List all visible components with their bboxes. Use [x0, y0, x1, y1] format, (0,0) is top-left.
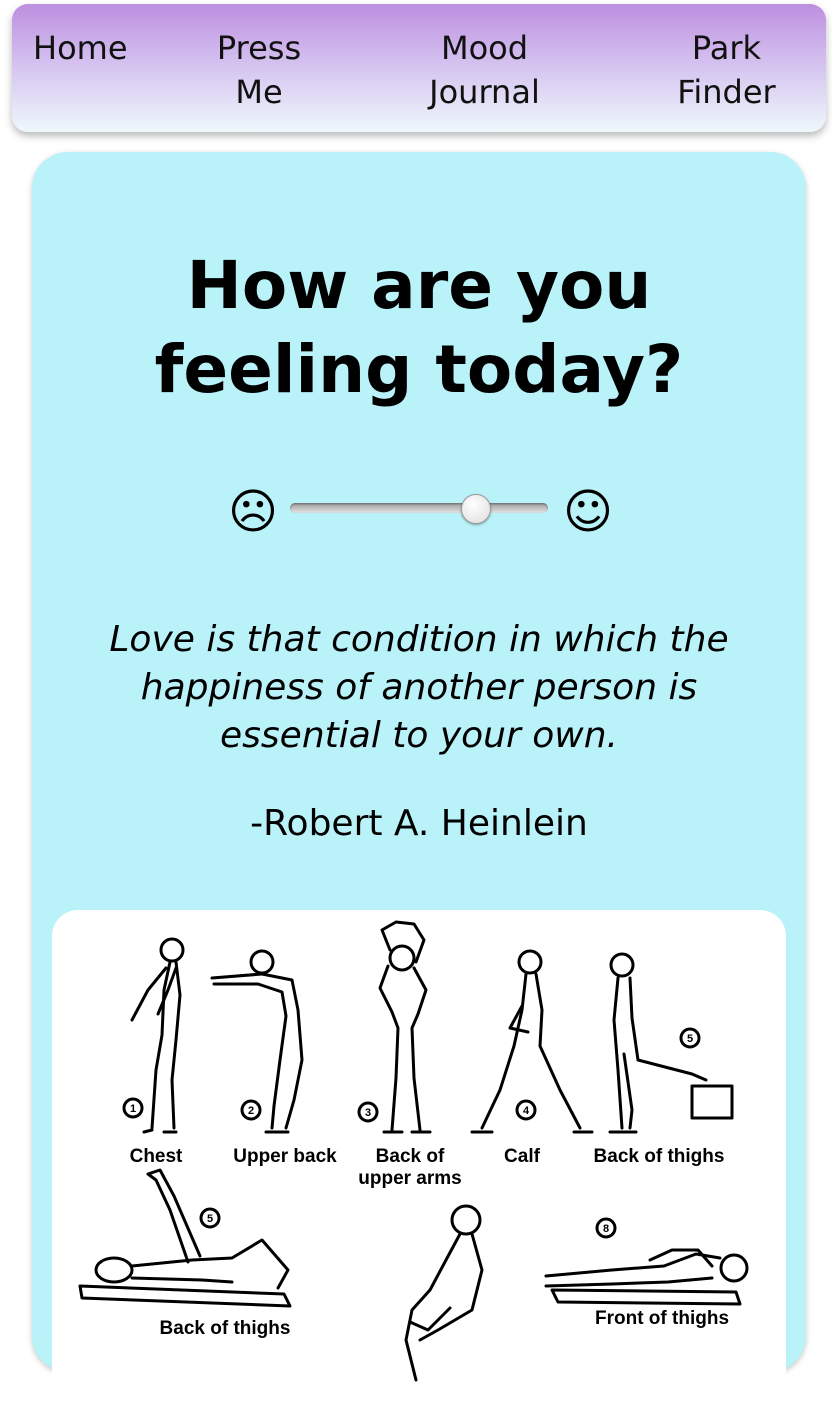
stretch-number: 2 [248, 1105, 254, 1117]
stretch-label: Upper back [233, 1146, 337, 1167]
stretch-figures-illustration: 1 2 3 4 5 5 8 Chest Upper back Back of up… [78, 920, 749, 1382]
quote-author: -Robert A. Heinlein [250, 803, 588, 844]
stretch-label: Chest [130, 1146, 183, 1167]
nav-mood-journal-link[interactable]: Mood Journal [402, 26, 567, 114]
nav-press-me-link[interactable]: Press Me [194, 26, 324, 114]
mood-slider-thumb[interactable] [460, 494, 491, 524]
stretch-label: Back of thighs [594, 1146, 725, 1167]
mood-card: How are you feeling today? ☹ ☺ Love is t… [32, 152, 806, 1410]
stretch-number: 8 [603, 1223, 609, 1235]
stretching-exercises-image: 1 2 3 4 5 5 8 Chest Upper back Back of up… [52, 910, 786, 1410]
stretch-number: 3 [365, 1107, 371, 1119]
top-navbar: Home Press Me Mood Journal Park Finder [12, 4, 826, 132]
sad-face-icon: ☹ [228, 484, 279, 540]
stretch-label: Front of thighs [595, 1308, 729, 1329]
stretch-number: 4 [523, 1105, 530, 1117]
stretch-label: Back of thighs [160, 1318, 291, 1339]
nav-park-finder-link[interactable]: Park Finder [654, 26, 799, 114]
mood-slider[interactable] [290, 503, 548, 513]
quote-text: Love is that condition in which the happ… [109, 619, 729, 756]
stretch-number: 1 [130, 1103, 136, 1115]
stretch-label: Calf [504, 1146, 541, 1167]
stretch-number: 5 [207, 1213, 213, 1225]
happy-face-icon: ☺ [563, 484, 614, 540]
mood-heading: How are you feeling today? [154, 247, 684, 408]
stretch-number: 5 [687, 1033, 693, 1045]
stretch-label: Back of upper arms [358, 1146, 461, 1189]
nav-home-link[interactable]: Home [33, 26, 143, 70]
